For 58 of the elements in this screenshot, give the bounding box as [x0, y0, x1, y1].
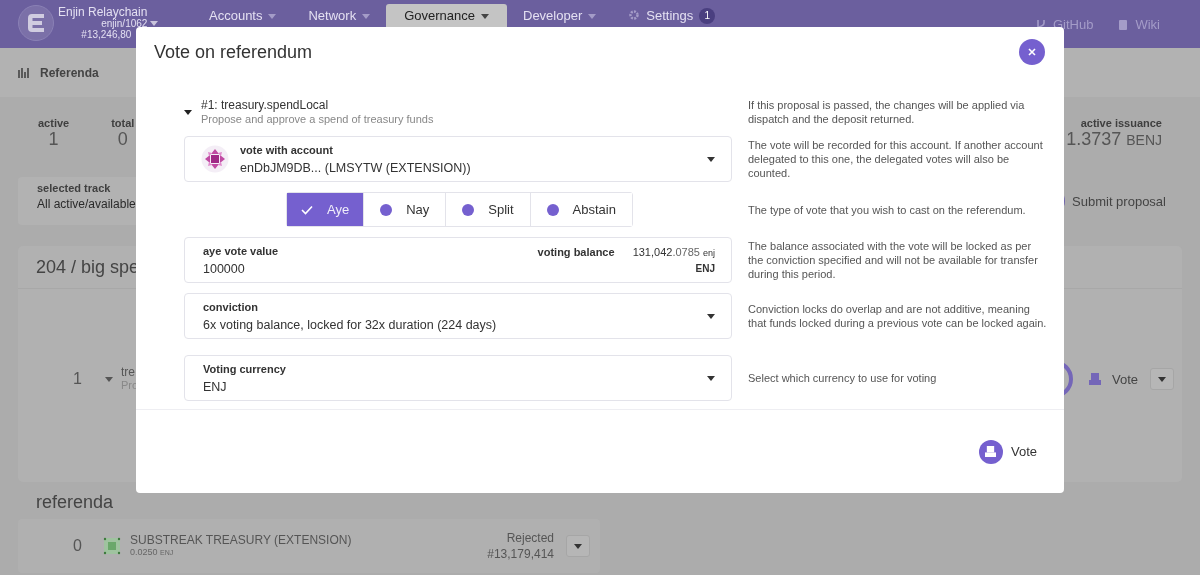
stat-label: active issuance: [1080, 117, 1162, 129]
stat-value: 1: [48, 129, 59, 150]
vote-type-button[interactable]: Aye: [287, 193, 364, 226]
help-text: Select which currency to use for voting: [748, 371, 938, 385]
ballot-icon: [984, 446, 998, 457]
identicon-icon: [103, 537, 121, 555]
proposal-title: #1: treasury.spendLocal: [201, 98, 330, 112]
caret-icon: [707, 375, 715, 381]
caret-icon: [362, 14, 371, 19]
close-button[interactable]: [1019, 39, 1045, 65]
stat-value: 1.3737 BENJ: [1066, 129, 1162, 150]
dropdown-button[interactable]: [1150, 368, 1174, 390]
vote-type-button[interactable]: Abstain: [529, 193, 632, 226]
gear-icon: [628, 9, 641, 21]
caret-icon: [268, 14, 277, 19]
caret-icon: [481, 14, 489, 19]
proposal-description: Propose and approve a spend of treasury funds: [201, 112, 434, 126]
account-name: SUBSTREAK TREASURY (EXTENSION): [130, 533, 352, 546]
dropdown-button[interactable]: [566, 535, 590, 557]
vote-amount-field[interactable]: aye vote value 100000 voting balance 131,042.0785 enj ENJ: [184, 237, 732, 283]
book-icon: [1117, 18, 1130, 31]
list-icon: [18, 66, 30, 79]
page-tab[interactable]: Referenda: [40, 65, 99, 80]
nav-tab[interactable]: Settings 1: [612, 4, 732, 46]
help-text: If this proposal is passed, the changes will be applied via dispatch and the deposit returned.: [748, 98, 1026, 126]
help-text: The vote will be recorded for this account. If another account delegated to this one, the delegated votes will also be counted.: [748, 138, 1044, 180]
caret-icon: [1158, 376, 1166, 382]
vote-button[interactable]: Vote: [1087, 371, 1138, 387]
caret-icon: [707, 313, 715, 319]
nav-tab[interactable]: Developer: [507, 4, 613, 46]
conviction-dropdown[interactable]: conviction 6x voting balance, locked for 32x duration (224 days): [184, 293, 732, 339]
notification-badge: 1: [699, 8, 716, 24]
stat-label: total: [111, 117, 135, 129]
help-text: The type of vote that you wish to cast on the referendum.: [748, 202, 1027, 217]
caret-icon: [707, 156, 715, 162]
chain-name: Enjin Relaychain: [58, 6, 148, 18]
account-selector[interactable]: enjin/1062: [101, 17, 148, 29]
close-icon: [1027, 47, 1037, 57]
block-number: #13,179,414: [487, 546, 554, 562]
logo-icon[interactable]: [18, 5, 54, 41]
row-title: tre: [121, 366, 136, 379]
account-dropdown[interactable]: vote with account enDbJM9DB... (LMSYTW (EXTENSION)): [184, 136, 732, 182]
help-text: Conviction locks do overlap and are not additive, meaning that funds locked during a previous vote can be locked again.: [748, 302, 1048, 330]
card-title: referenda: [35, 492, 115, 513]
row-index: 0: [73, 537, 83, 555]
block-number: #13,246,80: [81, 28, 132, 40]
check-icon: [301, 204, 313, 215]
stat-label: active: [38, 117, 70, 129]
caret-icon: [588, 14, 597, 19]
currency-dropdown[interactable]: Voting currency ENJ: [184, 355, 732, 401]
caret-icon: [574, 543, 582, 549]
ballot-icon: [1087, 373, 1102, 385]
status-label: Rejected: [506, 530, 554, 546]
stat-value: 0: [117, 129, 128, 150]
identicon-icon: [201, 145, 229, 173]
caret-icon[interactable]: [184, 109, 192, 115]
help-text: The balance associated with the vote will be locked as per the conviction specified and will not be available for transfer during this period.: [748, 239, 1039, 281]
row-index: 1: [73, 370, 83, 388]
